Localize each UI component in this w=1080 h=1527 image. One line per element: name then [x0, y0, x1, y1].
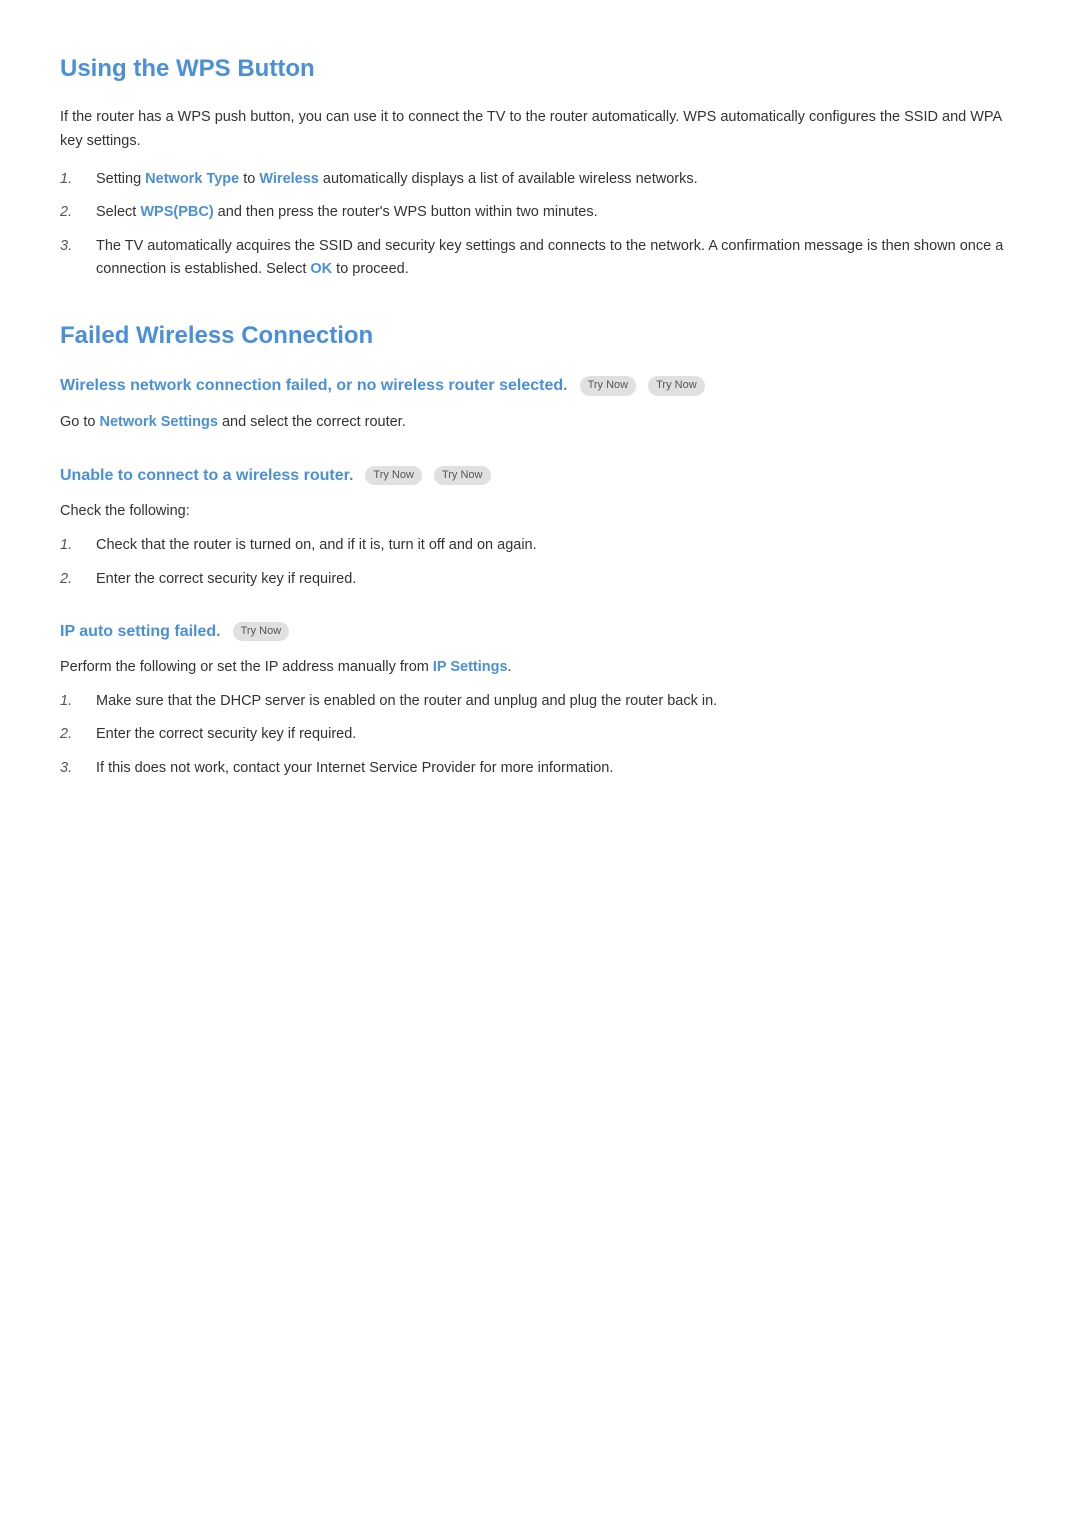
- step-text: If this does not work, contact your Inte…: [96, 757, 613, 780]
- network-type-link[interactable]: Network Type: [145, 171, 239, 187]
- step-number: 1.: [60, 168, 96, 191]
- step-number: 2.: [60, 568, 96, 591]
- wireless-link[interactable]: Wireless: [259, 171, 319, 187]
- wps-pbc-link[interactable]: WPS(PBC): [140, 204, 213, 220]
- failed-title: Failed Wireless Connection: [60, 317, 1020, 355]
- wps-title: Using the WPS Button: [60, 50, 1020, 88]
- wps-step-1: 1. Setting Network Type to Wireless auto…: [60, 168, 1020, 191]
- ip-step-2: 2. Enter the correct security key if req…: [60, 723, 1020, 746]
- check-following-text: Check the following:: [60, 500, 1020, 524]
- unable-step-1: 1. Check that the router is turned on, a…: [60, 534, 1020, 557]
- step-text: Check that the router is turned on, and …: [96, 534, 537, 557]
- unable-connect-steps-list: 1. Check that the router is turned on, a…: [60, 534, 1020, 590]
- wps-step-2: 2. Select WPS(PBC) and then press the ro…: [60, 201, 1020, 224]
- step-number: 2.: [60, 201, 96, 224]
- step-number: 1.: [60, 534, 96, 557]
- unable-step-2: 2. Enter the correct security key if req…: [60, 568, 1020, 591]
- step-number: 3.: [60, 235, 96, 258]
- try-now-badge-4[interactable]: Try Now: [434, 466, 491, 486]
- try-now-badge-5[interactable]: Try Now: [233, 622, 290, 642]
- network-settings-link[interactable]: Network Settings: [100, 414, 218, 430]
- step-text: Make sure that the DHCP server is enable…: [96, 690, 717, 713]
- ip-failed-body: Perform the following or set the IP addr…: [60, 656, 1020, 680]
- ip-failed-title-text: IP auto setting failed.: [60, 619, 221, 645]
- ok-link[interactable]: OK: [310, 261, 332, 277]
- no-router-subtitle: Wireless network connection failed, or n…: [60, 373, 1020, 399]
- try-now-badge-2[interactable]: Try Now: [648, 376, 705, 396]
- ip-step-3: 3. If this does not work, contact your I…: [60, 757, 1020, 780]
- unable-connect-subsection: Unable to connect to a wireless router. …: [60, 463, 1020, 591]
- ip-failed-subtitle: IP auto setting failed. Try Now: [60, 619, 1020, 645]
- no-router-body: Go to Network Settings and select the co…: [60, 411, 1020, 435]
- step-text: Select WPS(PBC) and then press the route…: [96, 201, 598, 224]
- wps-steps-list: 1. Setting Network Type to Wireless auto…: [60, 168, 1020, 281]
- step-number: 2.: [60, 723, 96, 746]
- try-now-badge-1[interactable]: Try Now: [580, 376, 637, 396]
- wps-section: Using the WPS Button If the router has a…: [60, 50, 1020, 281]
- wps-intro: If the router has a WPS push button, you…: [60, 106, 1020, 154]
- ip-step-1: 1. Make sure that the DHCP server is ena…: [60, 690, 1020, 713]
- step-text: Enter the correct security key if requir…: [96, 568, 356, 591]
- ip-failed-subsection: IP auto setting failed. Try Now Perform …: [60, 619, 1020, 780]
- wps-step-3: 3. The TV automatically acquires the SSI…: [60, 235, 1020, 281]
- unable-connect-title-text: Unable to connect to a wireless router.: [60, 463, 353, 489]
- step-number: 3.: [60, 757, 96, 780]
- ip-settings-link[interactable]: IP Settings: [433, 659, 508, 675]
- unable-connect-subtitle: Unable to connect to a wireless router. …: [60, 463, 1020, 489]
- ip-failed-steps-list: 1. Make sure that the DHCP server is ena…: [60, 690, 1020, 780]
- step-text: Enter the correct security key if requir…: [96, 723, 356, 746]
- step-number: 1.: [60, 690, 96, 713]
- step-text: Setting Network Type to Wireless automat…: [96, 168, 698, 191]
- try-now-badge-3[interactable]: Try Now: [365, 466, 422, 486]
- no-router-subsection: Wireless network connection failed, or n…: [60, 373, 1020, 435]
- failed-section: Failed Wireless Connection Wireless netw…: [60, 317, 1020, 780]
- no-router-title-text: Wireless network connection failed, or n…: [60, 373, 568, 399]
- step-text: The TV automatically acquires the SSID a…: [96, 235, 1020, 281]
